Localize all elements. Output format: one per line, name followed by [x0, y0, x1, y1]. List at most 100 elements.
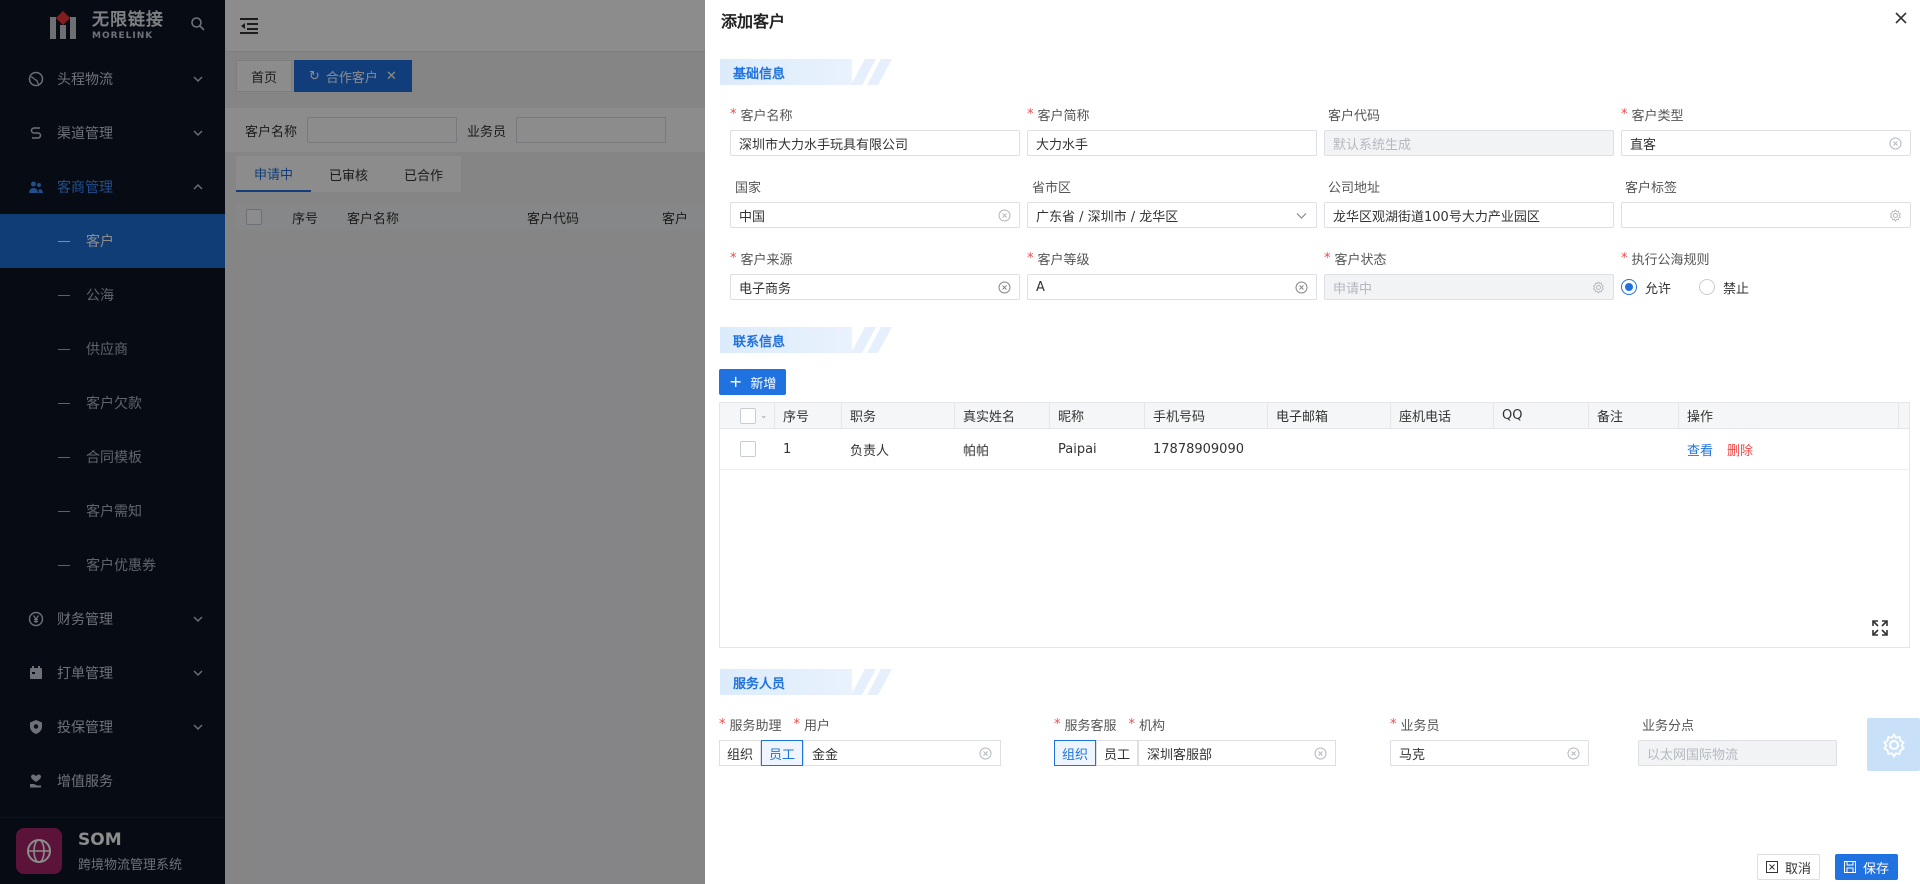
seg-employee-button[interactable]: 员工: [1096, 740, 1139, 766]
clear-icon[interactable]: [979, 747, 992, 760]
customer-short-name-input[interactable]: 大力水手: [1027, 130, 1317, 156]
fullscreen-icon[interactable]: [1870, 618, 1890, 638]
radio-allow[interactable]: [1621, 279, 1637, 295]
add-contact-button[interactable]: + 新增: [719, 369, 787, 395]
country-select[interactable]: 中国: [730, 202, 1020, 228]
gear-icon[interactable]: [1889, 209, 1902, 222]
business-branch-input: 以太网国际物流: [1638, 740, 1837, 766]
customer-source-select[interactable]: 电子商务: [730, 274, 1020, 300]
gear-icon: [1592, 281, 1604, 294]
row-checkbox[interactable]: [740, 441, 756, 457]
country-field: 国家 中国: [730, 176, 1020, 228]
field-label: 客户等级: [1037, 252, 1090, 268]
customer-name-input[interactable]: 深圳市大力水手玩具有限公司: [730, 130, 1020, 156]
section-title: 基础信息: [733, 67, 786, 82]
table-row: 1 负责人 帕帕 Paipai 17878909090 查看 删除: [720, 429, 1909, 470]
col-header: 序号: [775, 403, 842, 428]
cell-qq: [1494, 429, 1589, 469]
input-placeholder: 默认系统生成: [1333, 137, 1412, 153]
salesman-field: * 业务员 马克: [1390, 714, 1589, 766]
delete-link[interactable]: 删除: [1727, 440, 1753, 459]
cell-nickname: Paipai: [1058, 441, 1097, 457]
col-header: 操作: [1679, 403, 1899, 428]
cell-actions: 查看 删除: [1679, 429, 1899, 469]
input-value: 直客: [1630, 137, 1657, 153]
customer-name-field: * 客户名称 深圳市大力水手玩具有限公司: [730, 104, 1020, 156]
section-basic-info: 基础信息: [720, 59, 900, 85]
customer-service-field: * 服务客服 * 机构 组织 员工 深圳客服部: [1054, 714, 1344, 766]
settings-float-button[interactable]: [1867, 718, 1920, 771]
clear-icon[interactable]: [1295, 281, 1308, 294]
drawer-title: 添加客户: [721, 12, 786, 31]
customer-type-select[interactable]: 直客: [1621, 130, 1911, 156]
customer-status-field: * 客户状态 申请中: [1324, 248, 1614, 300]
button-label: 取消: [1785, 861, 1812, 877]
input-placeholder: 申请中: [1333, 281, 1373, 297]
field-label: 业务员: [1400, 718, 1440, 734]
customer-level-select[interactable]: A: [1027, 274, 1317, 300]
cancel-button[interactable]: 取消: [1757, 854, 1821, 880]
clear-icon[interactable]: [1567, 747, 1580, 760]
input-value: 深圳市大力水手玩具有限公司: [739, 137, 909, 153]
save-icon: [1844, 861, 1856, 873]
section-title: 服务人员: [733, 677, 786, 692]
field-label: 客户状态: [1334, 252, 1387, 268]
col-header: QQ: [1494, 403, 1589, 428]
customer-code-field: 客户代码 默认系统生成: [1324, 104, 1614, 156]
radio-label-allow: 允许: [1645, 281, 1672, 297]
button-label: 保存: [1863, 861, 1890, 877]
col-header: 职务: [842, 403, 955, 428]
service-assistant-field: * 服务助理 * 用户 组织 员工 金金: [719, 714, 1009, 766]
clear-icon[interactable]: [998, 281, 1011, 294]
col-header: 备注: [1589, 403, 1679, 428]
seg-org-button[interactable]: 组织: [719, 740, 762, 766]
assistant-user-select[interactable]: 金金: [803, 740, 1002, 766]
cell-duty: 负责人: [850, 443, 890, 459]
seg-employee-button[interactable]: 员工: [761, 740, 804, 766]
cell-note: [1589, 429, 1679, 469]
cell-email: [1268, 429, 1391, 469]
section-title: 联系信息: [733, 335, 786, 350]
field-label: 国家: [735, 180, 762, 196]
input-value: 龙华区观湖街道100号大力产业园区: [1333, 209, 1540, 225]
input-value: 大力水手: [1036, 137, 1089, 153]
company-address-input[interactable]: 龙华区观湖街道100号大力产业园区: [1324, 202, 1614, 228]
region-field: 省市区 广东省 / 深圳市 / 龙华区: [1027, 176, 1317, 228]
customer-type-field: * 客户类型 直客: [1621, 104, 1911, 156]
field-label: 执行公海规则: [1631, 252, 1710, 268]
input-value: 马克: [1399, 747, 1426, 763]
customer-short-name-field: * 客户简称 大力水手: [1027, 104, 1317, 156]
seg-org-button[interactable]: 组织: [1054, 740, 1097, 766]
salesman-select[interactable]: 马克: [1390, 740, 1589, 766]
field-label: 客户类型: [1631, 108, 1684, 124]
section-service-staff: 服务人员: [720, 669, 900, 695]
col-header: 电子邮箱: [1268, 403, 1391, 428]
col-header: 真实姓名: [955, 403, 1050, 428]
radio-forbid[interactable]: [1699, 279, 1716, 295]
field-label: 客户简称: [1037, 108, 1090, 124]
clear-icon[interactable]: [998, 209, 1011, 222]
service-org-select[interactable]: 深圳客服部: [1138, 740, 1337, 766]
radio-label-forbid: 禁止: [1723, 281, 1750, 297]
close-icon[interactable]: [1893, 10, 1909, 26]
save-button[interactable]: 保存: [1835, 854, 1899, 880]
section-contact-info: 联系信息: [720, 327, 900, 353]
chevron-down-icon: [1296, 213, 1307, 219]
col-header: 手机号码: [1145, 403, 1268, 428]
clear-icon[interactable]: [1889, 137, 1902, 150]
select-all-checkbox[interactable]: [740, 407, 756, 424]
public-pool-rule-radio-group: 允许 禁止: [1621, 274, 1911, 300]
field-label: 公司地址: [1328, 180, 1381, 196]
region-cascader[interactable]: 广东省 / 深圳市 / 龙华区: [1027, 202, 1317, 228]
view-link[interactable]: 查看: [1687, 440, 1713, 459]
field-label: 机构: [1139, 718, 1166, 734]
clear-icon[interactable]: [1314, 747, 1327, 760]
business-branch-field: 业务分点 以太网国际物流: [1638, 714, 1837, 766]
input-placeholder: 以太网国际物流: [1647, 747, 1739, 763]
field-label: 客户名称: [740, 108, 793, 124]
gear-icon: [1882, 732, 1905, 758]
add-customer-drawer: 添加客户 基础信息 * 客户名称 深圳市大力水手玩具有限公司 * 客户简称 大力水手…: [705, 0, 1920, 884]
customer-tags-input[interactable]: [1621, 202, 1911, 228]
customer-tags-field: 客户标签: [1621, 176, 1911, 228]
cell-real-name: 帕帕: [963, 443, 990, 459]
